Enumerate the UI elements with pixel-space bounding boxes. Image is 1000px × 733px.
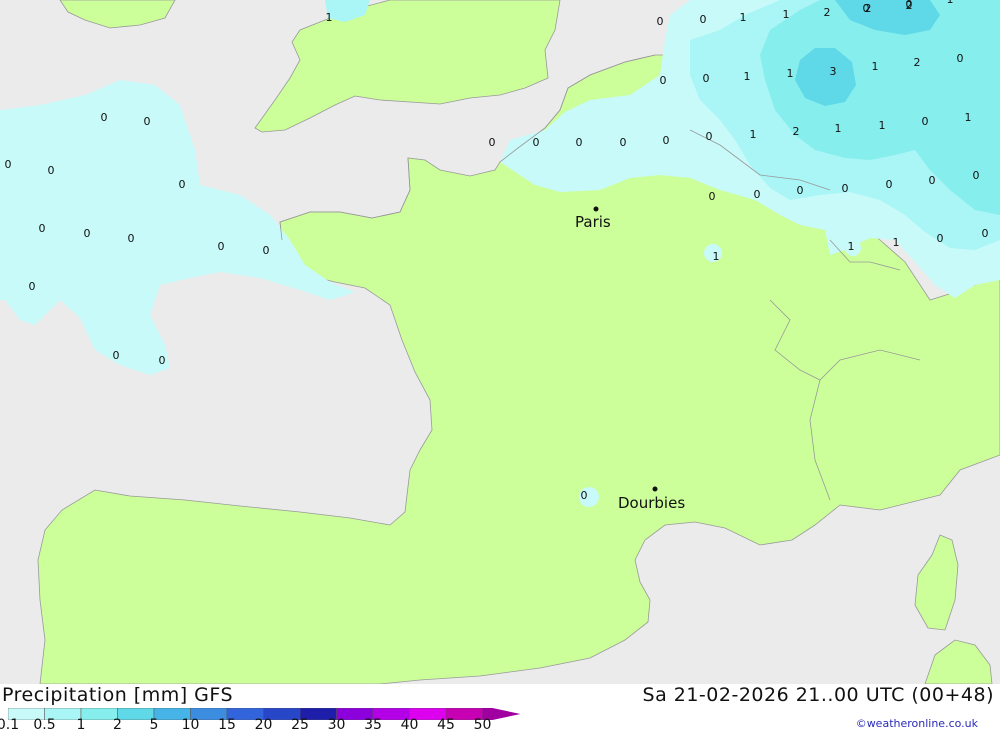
- valid-time: Sa 21-02-2026 21..00 UTC (00+48): [642, 684, 994, 706]
- precip-value-label: 1: [848, 240, 855, 253]
- precip-value-label: 0: [84, 227, 91, 240]
- precip-value-label: 0: [906, 0, 913, 11]
- precip-value-label: 2: [793, 125, 800, 138]
- precip-value-label: 0: [922, 115, 929, 128]
- precip-value-label: 1: [787, 67, 794, 80]
- precip-value-label: 0: [39, 222, 46, 235]
- precip-value-label: 0: [218, 240, 225, 253]
- map-title: Precipitation [mm] GFS: [2, 684, 234, 706]
- city-label-dourbies: Dourbies: [618, 494, 685, 512]
- precip-value-label: 0: [533, 136, 540, 149]
- precip-value-label: 0: [5, 158, 12, 171]
- precip-value-label: 0: [929, 174, 936, 187]
- legend-labels: 0.1 0.5 1 2 5 10 15 20 25 30 35 40 45 50: [0, 717, 520, 733]
- legend-label: 25: [291, 717, 309, 733]
- precip-value-label: 0: [886, 178, 893, 191]
- precip-value-label: 0: [957, 52, 964, 65]
- precip-value-label: 0: [842, 182, 849, 195]
- precip-value-label: 1: [744, 70, 751, 83]
- precip-value-label: 0: [937, 232, 944, 245]
- precip-value-label: 1: [965, 111, 972, 124]
- credit-link[interactable]: ©weatheronline.co.uk: [856, 717, 978, 730]
- precip-value-label: 1: [783, 8, 790, 21]
- legend-label: 40: [400, 717, 419, 733]
- precip-value-label: 1: [893, 236, 900, 249]
- legend-label: 35: [364, 717, 382, 733]
- land-ireland: [59, 0, 176, 29]
- precip-value-label: 0: [754, 188, 761, 201]
- precip-value-label: 0: [982, 227, 989, 240]
- precip-value-label: 1: [326, 11, 333, 24]
- city-label-paris: Paris: [575, 213, 611, 231]
- land-corsica: [914, 534, 959, 631]
- legend-label: 30: [327, 717, 346, 733]
- precip-value-label: 0: [263, 244, 270, 257]
- legend-label: 45: [437, 717, 455, 733]
- precip-value-label: 0: [29, 280, 36, 293]
- precip-value-label: 0: [489, 136, 496, 149]
- precip-value-label: 0: [863, 2, 870, 15]
- land-britain: [254, 0, 561, 133]
- precip-value-label: 0: [128, 232, 135, 245]
- precip-value-label: 1: [750, 128, 757, 141]
- land-sardinia: [924, 639, 993, 684]
- precip-value-label: 0: [797, 184, 804, 197]
- precip-value-label: 0: [709, 190, 716, 203]
- precip-value-label: 1: [872, 60, 879, 73]
- precip-value-label: 0: [660, 74, 667, 87]
- legend-label: 15: [218, 717, 236, 733]
- precip-value-label: 1: [879, 119, 886, 132]
- precip-value-label: 1: [740, 11, 747, 24]
- legend-label: 2: [113, 717, 122, 733]
- precip-value-label: 0: [700, 13, 707, 26]
- precip-value-label: 0: [113, 349, 120, 362]
- precip-value-label: 1: [947, 0, 954, 6]
- precip-value-label: 0: [620, 136, 627, 149]
- legend-label: 5: [149, 717, 159, 733]
- legend-label: 50: [473, 717, 492, 733]
- precip-value-label: 0: [576, 136, 583, 149]
- precip-value-label: 2: [824, 6, 831, 19]
- legend-label: 20: [254, 717, 273, 733]
- precip-value-label: 0: [179, 178, 186, 191]
- legend-label: 0.5: [33, 717, 56, 733]
- legend-label: 0.1: [0, 717, 20, 733]
- precip-value-label: 1: [713, 250, 720, 263]
- precip-value-label: 0: [101, 111, 108, 124]
- precip-value-label: 3: [830, 65, 837, 78]
- precip-value-label: 0: [48, 164, 55, 177]
- precip-value-label: 0: [706, 130, 713, 143]
- legend-label: 10: [181, 717, 200, 733]
- precip-value-label: 0: [973, 169, 980, 182]
- map-canvas: 0011222100113120000000121101000000011001…: [0, 0, 1000, 684]
- precip-value-label: 0: [703, 72, 710, 85]
- precip-value-label: 0: [159, 354, 166, 367]
- precipitation-map: 0011222100113120000000121101000000011001…: [0, 0, 1000, 684]
- map-footer: Precipitation [mm] GFS Sa 21-02-2026 21.…: [0, 684, 1000, 733]
- precip-value-label: 0: [581, 489, 588, 502]
- precip-value-label: 1: [835, 122, 842, 135]
- precip-value-label: 0: [663, 134, 670, 147]
- precip-value-label: 0: [144, 115, 151, 128]
- precip-value-label: 2: [914, 56, 921, 69]
- precip-value-label: 0: [657, 15, 664, 28]
- legend-label: 1: [76, 717, 86, 733]
